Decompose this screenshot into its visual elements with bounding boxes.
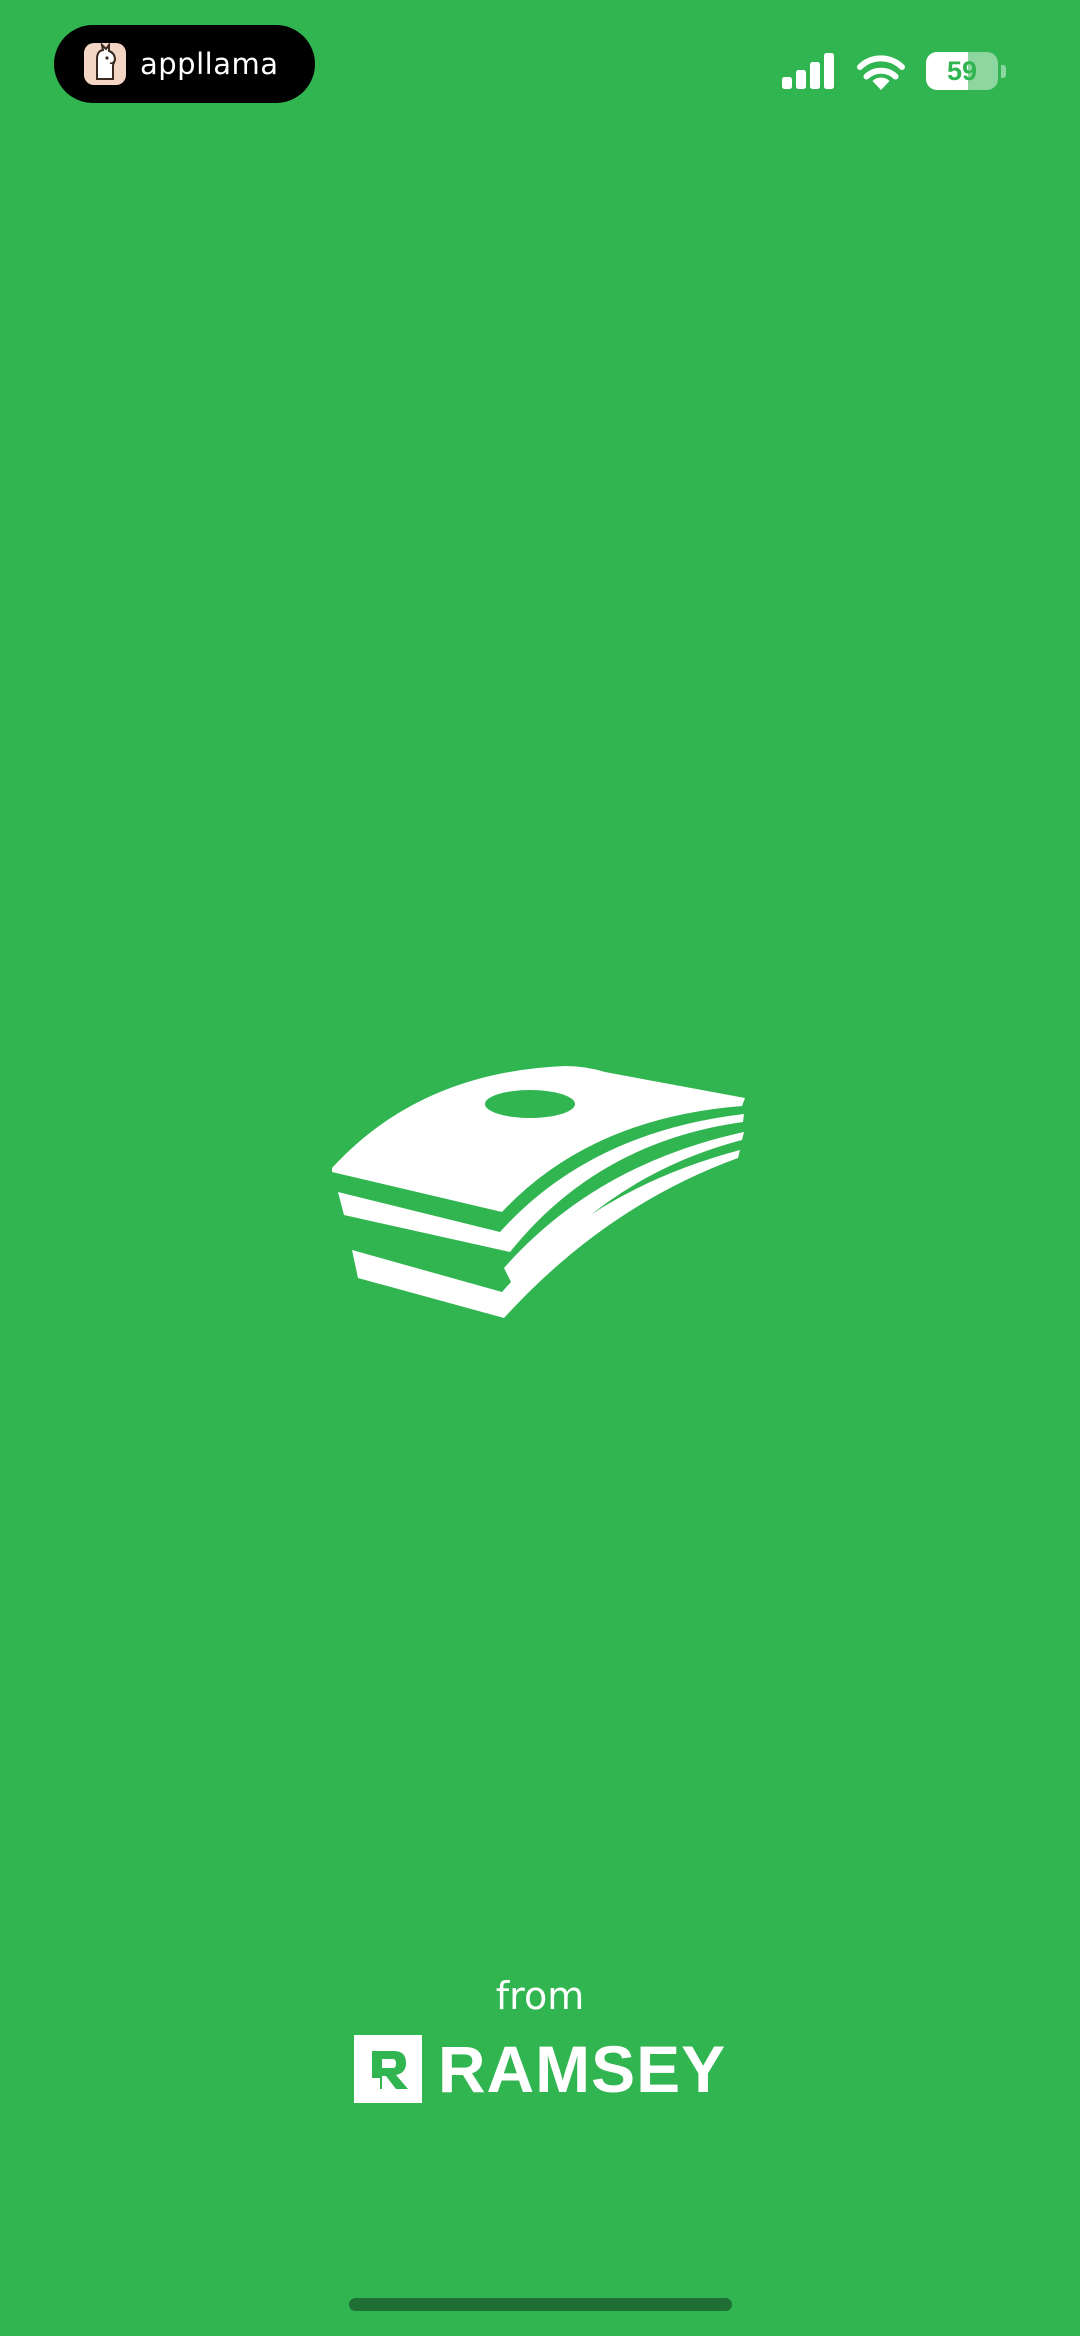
home-indicator[interactable]: [349, 2298, 732, 2311]
appllama-pill[interactable]: appllama: [54, 25, 315, 103]
brand-name: RAMSEY: [437, 2032, 727, 2106]
from-label: from: [495, 1974, 585, 2018]
battery-cap: [1001, 64, 1006, 78]
money-stack-icon: [332, 1066, 745, 1318]
battery-indicator: 59: [926, 50, 1006, 92]
wifi-icon: [857, 55, 905, 90]
ramsey-r-logo-icon: [353, 2035, 422, 2103]
cellular-signal-icon: [782, 53, 834, 89]
status-icons: 59: [782, 48, 1006, 94]
ramsey-brand: RAMSEY: [0, 2034, 1080, 2104]
splash-screen: appllama 59 from RAMSEY: [0, 0, 1080, 2336]
pill-label: appllama: [140, 47, 279, 81]
status-bar: appllama 59: [0, 0, 1080, 140]
battery-body: 59: [926, 52, 998, 90]
battery-level: 59: [946, 55, 978, 86]
llama-logo-icon: [84, 43, 126, 85]
